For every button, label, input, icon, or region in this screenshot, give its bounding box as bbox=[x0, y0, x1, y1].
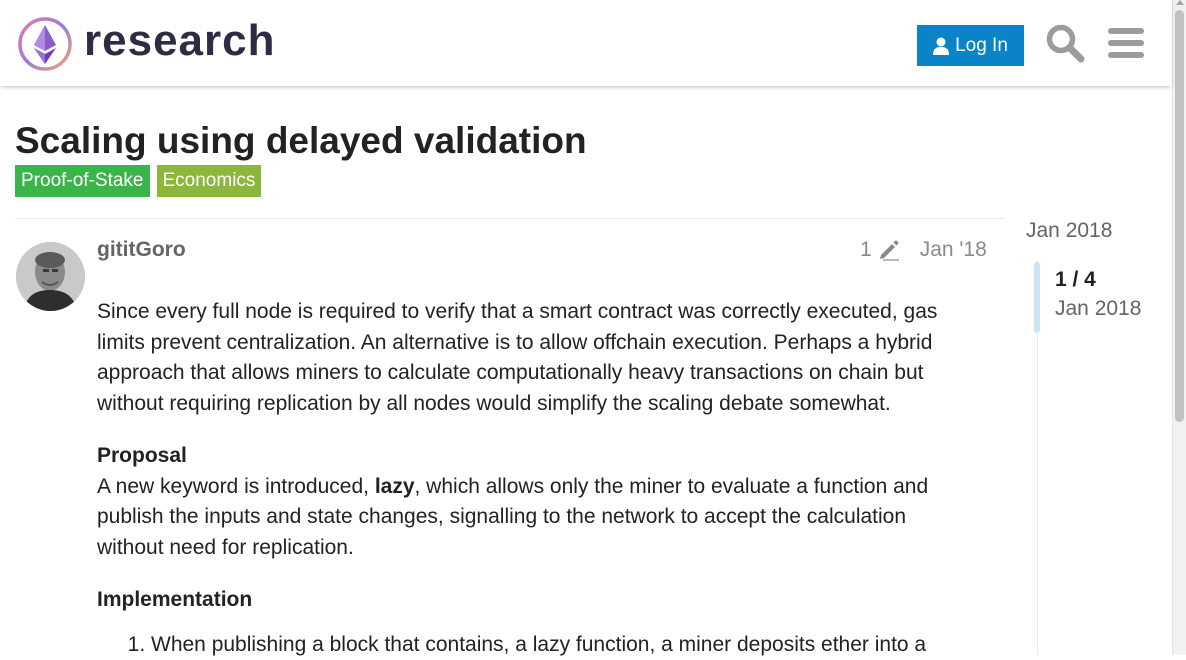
proposal-section: Proposal A new keyword is introduced, laz… bbox=[97, 441, 977, 563]
scroll-up-arrow-icon[interactable] bbox=[1176, 0, 1184, 5]
post-username[interactable]: gititGoro bbox=[97, 238, 186, 262]
login-button[interactable]: Log In bbox=[917, 25, 1024, 66]
post-paragraph: Since every full node is required to ver… bbox=[97, 297, 977, 419]
timeline-position: 1 / 4 bbox=[1055, 268, 1096, 292]
timeline-current-date: Jan 2018 bbox=[1055, 297, 1141, 321]
tag-economics[interactable]: Economics bbox=[157, 165, 262, 197]
scrollbar-thumb[interactable] bbox=[1175, 10, 1184, 422]
edit-count: 1 bbox=[860, 238, 872, 262]
proposal-heading: Proposal bbox=[97, 441, 977, 472]
implementation-list: When publishing a block that contains, a… bbox=[97, 630, 977, 660]
implementation-heading: Implementation bbox=[97, 585, 977, 616]
site-header: research Log In bbox=[0, 0, 1172, 86]
timeline-start-date[interactable]: Jan 2018 bbox=[1026, 219, 1112, 243]
post-date[interactable]: Jan '18 bbox=[920, 238, 987, 262]
post-edit-history[interactable]: 1 bbox=[860, 238, 900, 262]
proposal-keyword: lazy bbox=[375, 475, 415, 498]
proposal-text-start: A new keyword is introduced, bbox=[97, 475, 375, 498]
search-button[interactable] bbox=[1042, 20, 1088, 66]
pencil-icon bbox=[878, 239, 900, 261]
title-divider bbox=[15, 218, 1004, 219]
hamburger-menu-button[interactable] bbox=[1103, 20, 1149, 66]
user-icon bbox=[933, 37, 949, 55]
avatar[interactable] bbox=[16, 242, 85, 311]
avatar-photo bbox=[16, 242, 85, 311]
implementation-section: Implementation bbox=[97, 585, 977, 616]
page-scrollbar[interactable] bbox=[1172, 0, 1186, 655]
logo-text: research bbox=[84, 19, 275, 63]
post-meta: 1 Jan '18 bbox=[860, 238, 987, 262]
post-body: Since every full node is required to ver… bbox=[97, 297, 977, 660]
topic-tags: Proof-of-Stake Economics bbox=[15, 165, 261, 197]
search-icon bbox=[1045, 23, 1085, 63]
list-item: When publishing a block that contains, a… bbox=[151, 630, 977, 660]
ethereum-logo-icon bbox=[16, 15, 74, 73]
timeline-scroll-handle[interactable] bbox=[1034, 262, 1040, 333]
tag-proof-of-stake[interactable]: Proof-of-Stake bbox=[15, 165, 150, 197]
hamburger-menu-icon bbox=[1107, 26, 1145, 60]
topic-title[interactable]: Scaling using delayed validation bbox=[15, 117, 587, 165]
login-button-label: Log In bbox=[955, 35, 1008, 57]
site-logo[interactable]: research bbox=[16, 15, 275, 73]
